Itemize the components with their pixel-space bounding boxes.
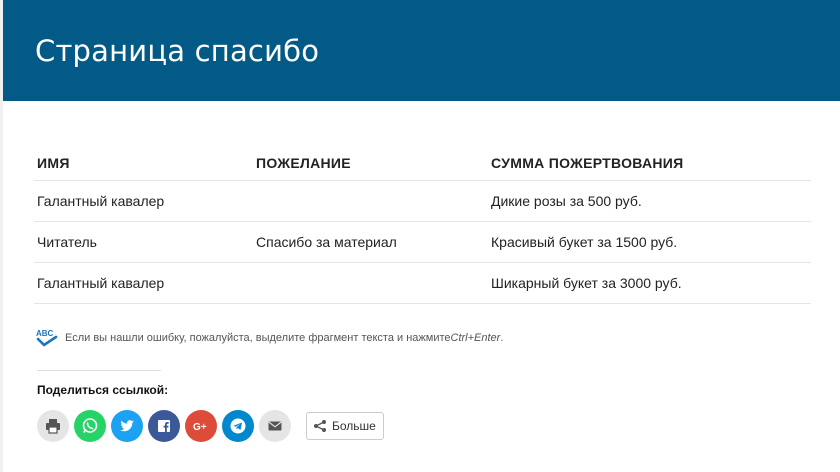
cell-wish bbox=[253, 262, 488, 304]
cell-amount: Дикие розы за 500 руб. bbox=[488, 180, 811, 222]
table-row: Читатель Спасибо за материал Красивый бу… bbox=[34, 221, 811, 263]
share-divider bbox=[37, 370, 161, 371]
table-header-row: Имя Пожелание Сумма пожертвования bbox=[34, 145, 811, 181]
cell-name: Читатель bbox=[34, 221, 253, 263]
cell-amount: Шикарный букет за 3000 руб. bbox=[488, 262, 811, 304]
cell-amount: Красивый букет за 1500 руб. bbox=[488, 221, 811, 263]
share-buttons: G+ Больше bbox=[37, 410, 384, 442]
share-facebook-button[interactable] bbox=[148, 410, 180, 442]
notice-text: Если вы нашли ошибку, пожалуйста, выдели… bbox=[65, 332, 451, 344]
telegram-icon bbox=[230, 418, 246, 434]
page-header: Страница спасибо bbox=[3, 0, 840, 101]
share-title: Поделиться ссылкой: bbox=[37, 383, 169, 397]
cell-name: Галантный кавалер bbox=[34, 262, 253, 304]
share-more-button[interactable]: Больше bbox=[306, 412, 384, 440]
notice-end: . bbox=[500, 332, 504, 344]
svg-text:G+: G+ bbox=[193, 422, 207, 433]
table-row: Галантный кавалер Дикие розы за 500 руб. bbox=[34, 180, 811, 222]
page-title: Страница спасибо bbox=[35, 34, 320, 68]
column-header-amount: Сумма пожертвования bbox=[488, 145, 811, 181]
share-telegram-button[interactable] bbox=[222, 410, 254, 442]
printer-icon bbox=[46, 419, 60, 434]
envelope-icon bbox=[268, 421, 282, 431]
share-print-button[interactable] bbox=[37, 410, 69, 442]
share-email-button[interactable] bbox=[259, 410, 291, 442]
google-plus-icon: G+ bbox=[193, 422, 207, 433]
share-whatsapp-button[interactable] bbox=[74, 410, 106, 442]
share-google-plus-button[interactable]: G+ bbox=[185, 410, 217, 442]
typo-notice: ABC Если вы нашли ошибку, пожалуйста, вы… bbox=[35, 327, 503, 349]
cell-wish bbox=[253, 180, 488, 222]
cell-name: Галантный кавалер bbox=[34, 180, 253, 222]
twitter-icon bbox=[120, 420, 134, 432]
facebook-icon bbox=[158, 420, 170, 432]
share-more-label: Больше bbox=[332, 419, 376, 433]
share-icon bbox=[314, 420, 326, 432]
whatsapp-icon bbox=[82, 418, 98, 433]
share-twitter-button[interactable] bbox=[111, 410, 143, 442]
svg-text:ABC: ABC bbox=[36, 329, 54, 338]
column-header-wish: Пожелание bbox=[253, 145, 488, 181]
page: Страница спасибо Имя Пожелание Сумма пож… bbox=[3, 0, 840, 472]
table-row: Галантный кавалер Шикарный букет за 3000… bbox=[34, 262, 811, 304]
donations-table: Имя Пожелание Сумма пожертвования Галант… bbox=[34, 145, 811, 304]
notice-hotkey: Ctrl+Enter bbox=[450, 332, 501, 344]
cell-wish: Спасибо за материал bbox=[253, 221, 488, 263]
column-header-name: Имя bbox=[34, 145, 253, 181]
spellcheck-icon: ABC bbox=[35, 327, 59, 349]
